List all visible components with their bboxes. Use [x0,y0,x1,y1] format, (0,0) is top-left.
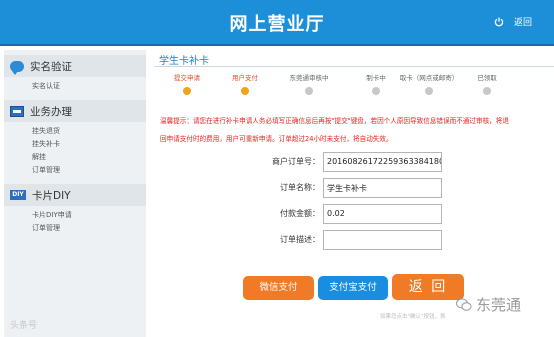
sidebar: 实名验证 实名认证 业务办理 挂失退货 挂失补卡 解挂 订单管理 DIY 卡片D… [4,50,146,337]
back-button[interactable]: 返 回 [392,274,464,300]
sidebar-section-diy: DIY 卡片DIY 卡片DIY申请 订单管理 [4,184,146,235]
step-label: 已领取 [477,74,497,82]
card-icon [10,105,24,117]
sidebar-head-verify[interactable]: 实名验证 [4,55,146,77]
main-panel: 学生卡补卡 提交申请 用户支付 东莞通审核中 制卡中 取卡（网点或邮寄） 已领取… [150,46,554,337]
description-label: 订单描述： [280,235,320,244]
step-label: 东莞通审核中 [289,74,329,82]
description-field[interactable] [323,230,442,250]
form-row-order-name: 订单名称： 学生卡补卡 [150,178,554,198]
notice-line-1: 温馨提示：请您在进行补卡申请人务必填写正确信息后再按"提交"键盘，若因个人原因导… [160,117,509,125]
step-label: 取卡（网点或邮寄） [399,74,459,82]
title-divider [154,66,554,67]
progress-steps: 提交申请 用户支付 东莞通审核中 制卡中 取卡（网点或邮寄） 已领取 [150,70,554,100]
amount-field[interactable]: 0.02 [323,204,442,224]
notice-text: 温馨提示：请您在进行补卡申请人务必填写正确信息后再按"提交"键盘，若因个人原因导… [160,112,552,148]
section-title: 学生卡补卡 [159,56,209,67]
form-row-order-no: 商户订单号： 20160826172259363384180338​1 [150,152,554,172]
order-no-label: 商户订单号： [272,157,320,166]
step-dot [241,87,249,95]
page-title: 网上营业厅 [229,14,325,35]
amount-label: 付款金额： [280,209,320,218]
watermark-left: 头条号 [10,321,38,331]
sidebar-item-report-loss[interactable]: 挂失退货 [4,125,146,138]
step-dot [305,87,313,95]
sidebar-item-realname[interactable]: 实名认证 [4,80,146,93]
step-dot [183,87,191,95]
power-icon[interactable] [494,17,504,27]
wechat-logo-icon [456,298,472,311]
sidebar-head-business[interactable]: 业务办理 [4,100,146,122]
form-row-description: 订单描述： [150,230,554,250]
sidebar-item-diy-orders[interactable]: 订单管理 [4,222,146,235]
form-row-amount: 付款金额： 0.02 [150,204,554,224]
back-link[interactable]: 返回 [514,15,532,28]
diy-icon: DIY [10,190,26,200]
top-header: 网上营业厅 返回 [0,0,554,44]
watermark-right: 东莞通 [456,294,521,315]
sidebar-item-diy-apply[interactable]: 卡片DIY申请 [4,209,146,222]
sidebar-section-verify: 实名验证 实名认证 [4,55,146,93]
header-actions: 返回 [494,15,532,28]
sidebar-item-replace-card[interactable]: 挂失补卡 [4,138,146,151]
sidebar-head-diy[interactable]: DIY 卡片DIY [4,184,146,206]
sidebar-section-business: 业务办理 挂失退货 挂失补卡 解挂 订单管理 [4,100,146,177]
watermark-right-text: 东莞通 [476,296,522,314]
wechat-pay-button[interactable]: 微信支付 [243,276,314,300]
step-dot [483,87,491,95]
order-name-field[interactable]: 学生卡补卡 [323,178,442,198]
sidebar-item-orders[interactable]: 订单管理 [4,164,146,177]
sidebar-head-label: 实名验证 [30,60,72,73]
sidebar-head-label: 卡片DIY [32,189,71,202]
sidebar-head-label: 业务办理 [30,105,72,118]
step-label: 提交申请 [174,74,200,82]
alipay-button[interactable]: 支付宝支付 [318,276,388,300]
step-label: 用户支付 [232,74,258,82]
order-no-field[interactable]: 20160826172259363384180338​1 [323,152,442,172]
sidebar-item-unlock[interactable]: 解挂 [4,151,146,164]
order-name-label: 订单名称： [280,183,320,192]
chat-bubble-icon [10,60,24,75]
step-label: 制卡中 [366,74,386,82]
bottom-note: 如果您点击"确认"按钮，表 [380,314,446,320]
step-dot [425,87,433,95]
step-dot [372,87,380,95]
notice-line-2: 回申请支付时的费用，用户可重新申请。订单超过24小时未支付，将自动失效。 [160,135,393,143]
